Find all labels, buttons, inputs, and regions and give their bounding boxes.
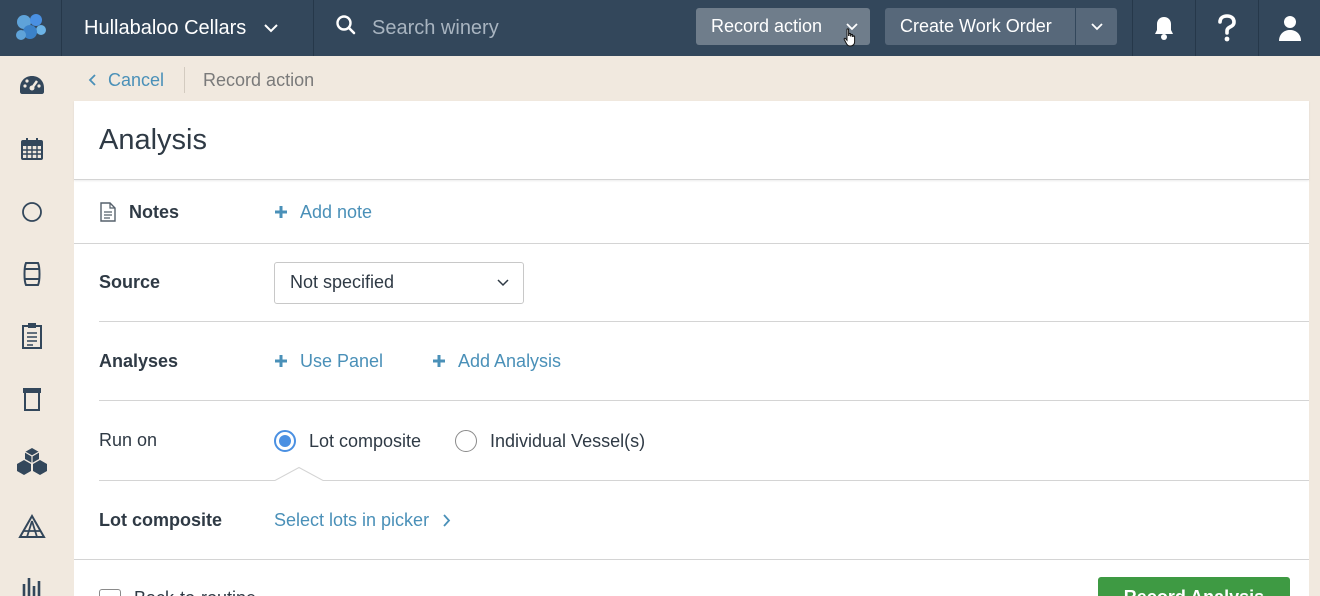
sidebar-item-dashboard[interactable]	[16, 70, 48, 102]
analysis-form-card: Analysis Notes Add note Source Not speci…	[74, 101, 1309, 596]
add-note-link[interactable]: Add note	[274, 202, 372, 223]
form-header: Analysis	[74, 101, 1309, 180]
circle-icon	[22, 202, 42, 222]
user-icon	[1279, 16, 1301, 41]
lot-composite-label: Lot composite	[99, 509, 223, 530]
boxes-icon	[17, 448, 47, 475]
create-work-order-button[interactable]: Create Work Order	[885, 8, 1117, 45]
cancel-link[interactable]: Cancel	[88, 70, 164, 91]
search-input[interactable]	[372, 16, 672, 40]
app-logo[interactable]	[0, 0, 62, 56]
record-action-label: Record action	[711, 16, 823, 36]
radio-selected-icon	[274, 430, 296, 452]
radio-unselected-icon	[455, 430, 477, 452]
reports-icon	[22, 578, 41, 596]
radio-individual-vessels-label: Individual Vessel(s)	[490, 430, 646, 451]
barrel-icon	[23, 262, 41, 286]
search-bar[interactable]	[314, 0, 694, 56]
add-analysis-label: Add Analysis	[458, 350, 562, 371]
sidebar-item-calendar[interactable]	[16, 133, 48, 165]
sidebar-item-work-orders[interactable]	[16, 320, 48, 352]
chevron-right-icon	[443, 513, 451, 527]
breadcrumb-current: Record action	[203, 69, 315, 90]
lot-composite-row: Lot composite Select lots in picker	[74, 481, 1309, 559]
sidebar-item-reports[interactable]	[16, 570, 48, 596]
breadcrumb-divider	[184, 67, 186, 93]
notes-row: Notes Add note	[74, 181, 1309, 243]
notifications-button[interactable]	[1132, 0, 1195, 56]
sidebar	[0, 56, 62, 596]
bell-icon	[1155, 17, 1173, 40]
chevron-down-icon	[1090, 22, 1103, 30]
source-label: Source	[99, 272, 161, 292]
notes-label: Notes	[129, 201, 180, 222]
radio-individual-vessels[interactable]: Individual Vessel(s)	[455, 430, 645, 452]
sidebar-item-lots[interactable]	[16, 196, 48, 228]
analyses-row: Analyses Use Panel Add Analysis	[74, 322, 1309, 400]
add-analysis-link[interactable]: Add Analysis	[432, 351, 561, 372]
divider-with-pointer	[99, 466, 1309, 481]
top-navigation-bar: Hullabaloo Cellars Record action Create …	[0, 0, 1320, 56]
run-on-label: Run on	[99, 430, 158, 450]
dashboard-icon	[20, 76, 44, 94]
chevron-down-icon	[497, 278, 509, 287]
use-panel-label: Use Panel	[300, 350, 384, 371]
back-to-routine-checkbox[interactable]	[99, 589, 121, 596]
record-analysis-label: Record Analysis	[1124, 587, 1264, 596]
tank-icon	[23, 388, 41, 411]
chevron-left-icon	[88, 74, 96, 86]
back-to-routine-label: Back-to-routine	[134, 588, 256, 596]
use-panel-link[interactable]: Use Panel	[274, 351, 383, 372]
document-icon	[99, 202, 117, 222]
logo-icon	[15, 14, 46, 40]
help-button[interactable]	[1195, 0, 1258, 56]
create-work-order-label: Create Work Order	[900, 16, 1052, 36]
cancel-label: Cancel	[108, 69, 165, 90]
clipboard-icon	[22, 323, 42, 349]
plus-icon	[432, 354, 446, 368]
divider	[74, 559, 1309, 560]
plus-icon	[274, 205, 288, 219]
select-lots-link[interactable]: Select lots in picker	[274, 510, 451, 531]
analyses-label: Analyses	[99, 350, 179, 371]
record-analysis-button[interactable]: Record Analysis	[1098, 577, 1290, 596]
sidebar-item-tanks[interactable]	[16, 383, 48, 415]
plus-icon	[274, 354, 288, 368]
mouse-cursor	[843, 28, 857, 52]
search-icon	[336, 15, 356, 41]
select-lots-label: Select lots in picker	[274, 509, 430, 530]
chevron-down-icon	[264, 23, 279, 33]
breadcrumb: Cancel Record action	[88, 66, 314, 94]
winery-selector[interactable]: Hullabaloo Cellars	[62, 0, 314, 56]
winery-name: Hullabaloo Cellars	[84, 16, 247, 39]
source-value: Not specified	[290, 272, 395, 292]
page-title: Analysis	[99, 123, 207, 156]
sidebar-item-vineyards[interactable]	[16, 510, 48, 542]
radio-lot-composite-label: Lot composite	[309, 430, 422, 451]
add-note-label: Add note	[300, 201, 373, 222]
source-select[interactable]: Not specified	[274, 261, 524, 304]
sidebar-item-barrels[interactable]	[16, 258, 48, 290]
create-work-order-dropdown[interactable]	[1075, 8, 1117, 45]
calendar-icon	[21, 138, 43, 160]
radio-lot-composite[interactable]: Lot composite	[274, 430, 421, 452]
user-menu-button[interactable]	[1258, 0, 1320, 56]
sidebar-item-inventory[interactable]	[16, 445, 48, 477]
source-row: Source Not specified	[74, 244, 1309, 321]
help-icon	[1218, 14, 1236, 42]
vineyard-icon	[18, 513, 46, 538]
